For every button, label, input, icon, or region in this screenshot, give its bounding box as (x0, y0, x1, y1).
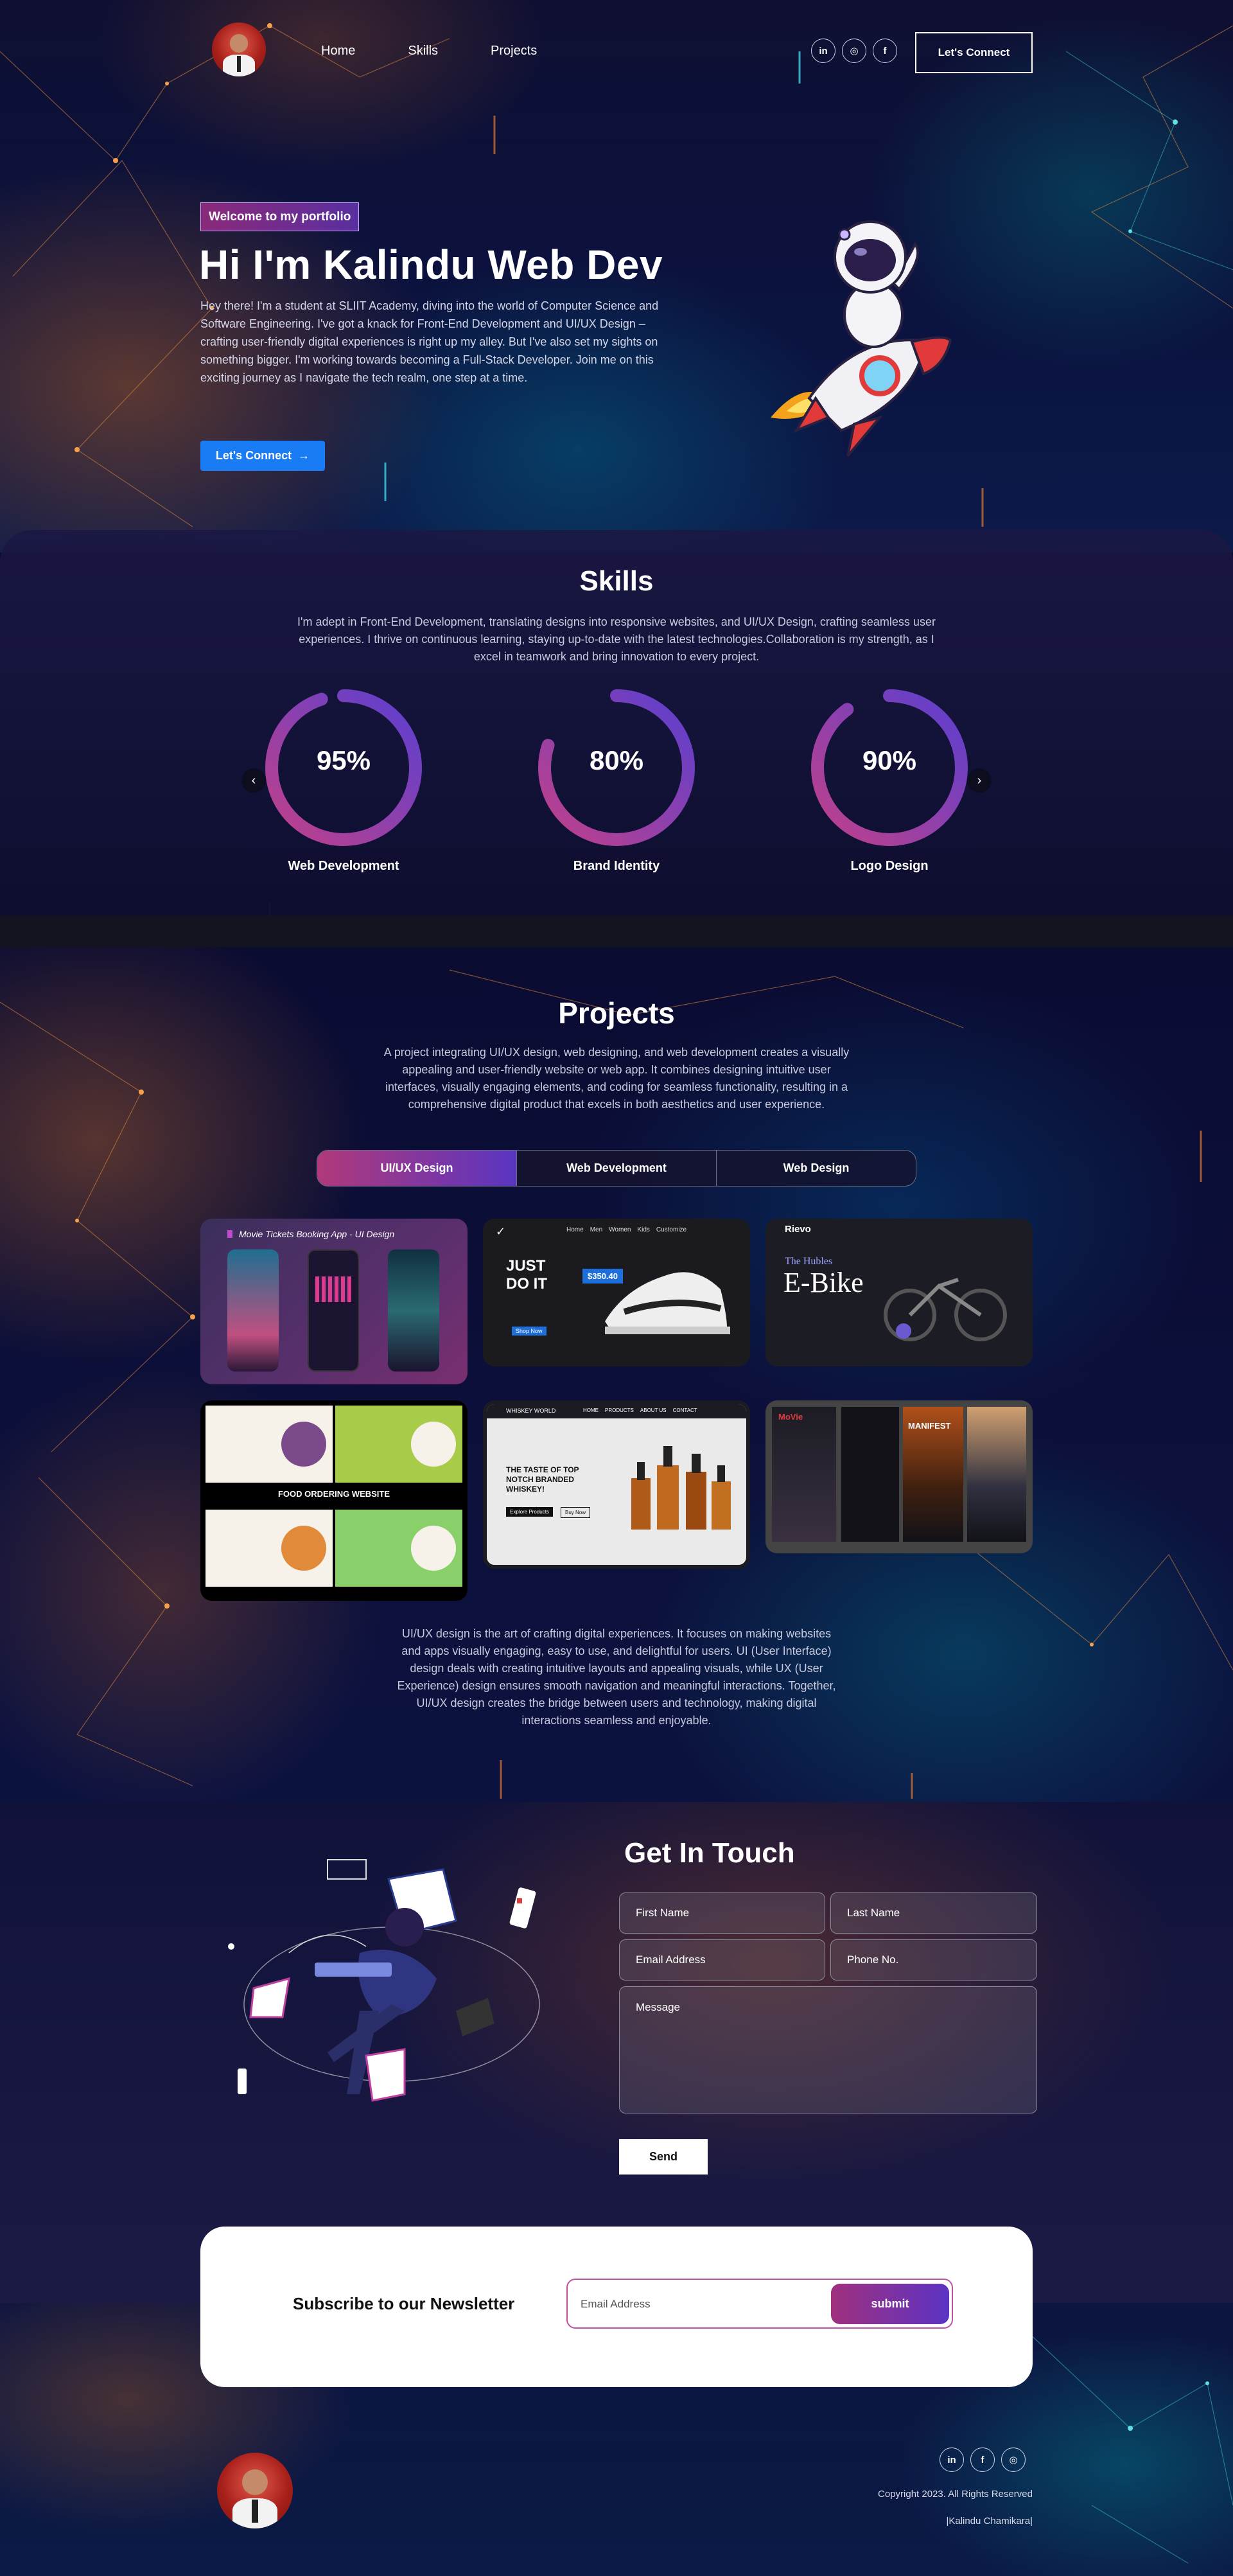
copyright-text: Copyright 2023. All Rights Reserved (878, 2489, 1033, 2500)
profile-avatar[interactable] (212, 22, 266, 76)
last-name-field[interactable]: Last Name (830, 1892, 1037, 1934)
movie-logo: MoVie (778, 1412, 803, 1422)
nav-links: Home Skills Projects (321, 44, 590, 58)
skill-percent: 95% (316, 745, 371, 775)
facebook-icon[interactable]: f (873, 39, 897, 63)
linkedin-icon[interactable]: in (811, 39, 835, 63)
whiskey-nav: HOME PRODUCTS ABOUT US CONTACT (583, 1407, 697, 1413)
nav-link-skills[interactable]: Skills (408, 44, 438, 58)
hero-connect-button[interactable]: Let's Connect → (200, 441, 325, 471)
contact-title: Get In Touch (624, 1837, 795, 1869)
projects-title: Projects (558, 996, 675, 1030)
tab-web-development[interactable]: Web Development (517, 1151, 717, 1186)
nike-nav: Home Men Women Kids Customize (566, 1226, 687, 1233)
project-card-movie-app[interactable]: Movie Tickets Booking App - UI Design (200, 1219, 468, 1384)
tab-web-design[interactable]: Web Design (717, 1151, 916, 1186)
project-tabs: UI/UX Design Web Development Web Design (317, 1150, 916, 1187)
whiskey-bottles-image (631, 1446, 731, 1530)
skill-percent: 90% (862, 745, 917, 775)
nav-link-home[interactable]: Home (321, 44, 355, 58)
message-field[interactable]: Message (619, 1986, 1037, 2113)
footer-social-icons: in f ◎ (940, 2448, 1026, 2472)
nav-link-projects[interactable]: Projects (491, 44, 537, 58)
whiskey-brand: WHISKEY WORLD (506, 1407, 556, 1414)
skills-title: Skills (579, 565, 654, 597)
food-banner: FOOD ORDERING WEBSITE (277, 1489, 390, 1499)
hero-description: Hey there! I'm a student at SLIIT Academ… (200, 299, 659, 384)
ebike-title: E-Bike (783, 1267, 864, 1298)
projects-intro: A project integrating UI/UX design, web … (383, 1046, 850, 1111)
newsletter-placeholder: Email Address (581, 2298, 651, 2310)
footer-avatar (217, 2453, 293, 2528)
newsletter-title: Subscribe to our Newsletter (293, 2294, 515, 2313)
phone-mockup (308, 1249, 359, 1372)
uiux-description: UI/UX design is the art of crafting digi… (397, 1627, 836, 1727)
bike-image (884, 1278, 1007, 1341)
shop-now-button: Shop Now (512, 1327, 547, 1336)
welcome-badge: Welcome to my portfolio (200, 202, 360, 231)
facebook-icon[interactable]: f (970, 2448, 995, 2472)
tab-uiux-design[interactable]: UI/UX Design (317, 1151, 517, 1186)
hero-connect-label: Let's Connect (215, 449, 292, 462)
project-card-title: Movie Tickets Booking App - UI Design (239, 1229, 395, 1239)
movie-title: MANIFEST (908, 1421, 951, 1431)
linkedin-icon[interactable]: in (940, 2448, 964, 2472)
developer-illustration (228, 1859, 540, 2102)
phone-mockup (227, 1249, 279, 1372)
nav-connect-button[interactable]: Let's Connect (915, 32, 1033, 73)
author-text: |Kalindu Chamikara| (946, 2516, 1033, 2527)
top-navbar: Home Skills Projects in ◎ f Let's Connec… (0, 19, 1233, 84)
newsletter-submit-button[interactable]: submit (831, 2284, 949, 2324)
explore-button: Explore Products (506, 1507, 553, 1517)
skill-ring-brand-identity: 80% Brand Identity (533, 684, 700, 874)
buy-button: Buy Now (561, 1507, 591, 1518)
sneaker-image (605, 1272, 730, 1334)
whiskey-headline: THE TASTE OF TOP NOTCH BRANDED WHISKEY! (506, 1465, 579, 1494)
project-card-food[interactable]: FOOD ORDERING WEBSITE (200, 1400, 468, 1601)
send-button[interactable]: Send (619, 2139, 708, 2175)
project-card-whiskey[interactable]: WHISKEY WORLD HOME PRODUCTS ABOUT US CONTAC… (483, 1400, 750, 1569)
instagram-icon[interactable]: ◎ (842, 39, 866, 63)
skill-label: Web Development (288, 859, 399, 873)
nike-headline: JUST DO IT (506, 1257, 547, 1292)
skill-label: Logo Design (850, 859, 929, 873)
skill-label: Brand Identity (573, 859, 660, 873)
skill-percent: 80% (589, 745, 644, 775)
project-card-ebike[interactable]: Rievo The Hubles E-Bike (765, 1219, 1033, 1366)
swoosh-icon: ✓ (496, 1225, 506, 1238)
ebike-brand: Rievo (785, 1224, 811, 1235)
skill-ring-logo-design: 90% Logo Design (806, 684, 973, 874)
arrow-right-icon: → (298, 449, 310, 462)
first-name-field[interactable]: First Name (619, 1892, 825, 1934)
astronaut-rocket-illustration (771, 220, 952, 457)
email-field[interactable]: Email Address (619, 1939, 825, 1981)
phone-mockup (388, 1249, 439, 1372)
hero-title: Hi I'm Kalindu Web Dev (199, 242, 663, 288)
phone-field[interactable]: Phone No. (830, 1939, 1037, 1981)
figma-icon (227, 1230, 232, 1238)
skill-ring-web-development: 95% Web Development (260, 684, 427, 874)
project-card-movie-site[interactable]: MoVie MANIFEST (765, 1400, 1033, 1553)
skills-description: I'm adept in Front-End Development, tran… (297, 615, 936, 663)
nav-social-icons: in ◎ f (811, 39, 897, 63)
project-card-nike[interactable]: ✓ Home Men Women Kids Customize JUST DO IT $… (483, 1219, 750, 1366)
instagram-icon[interactable]: ◎ (1001, 2448, 1026, 2472)
